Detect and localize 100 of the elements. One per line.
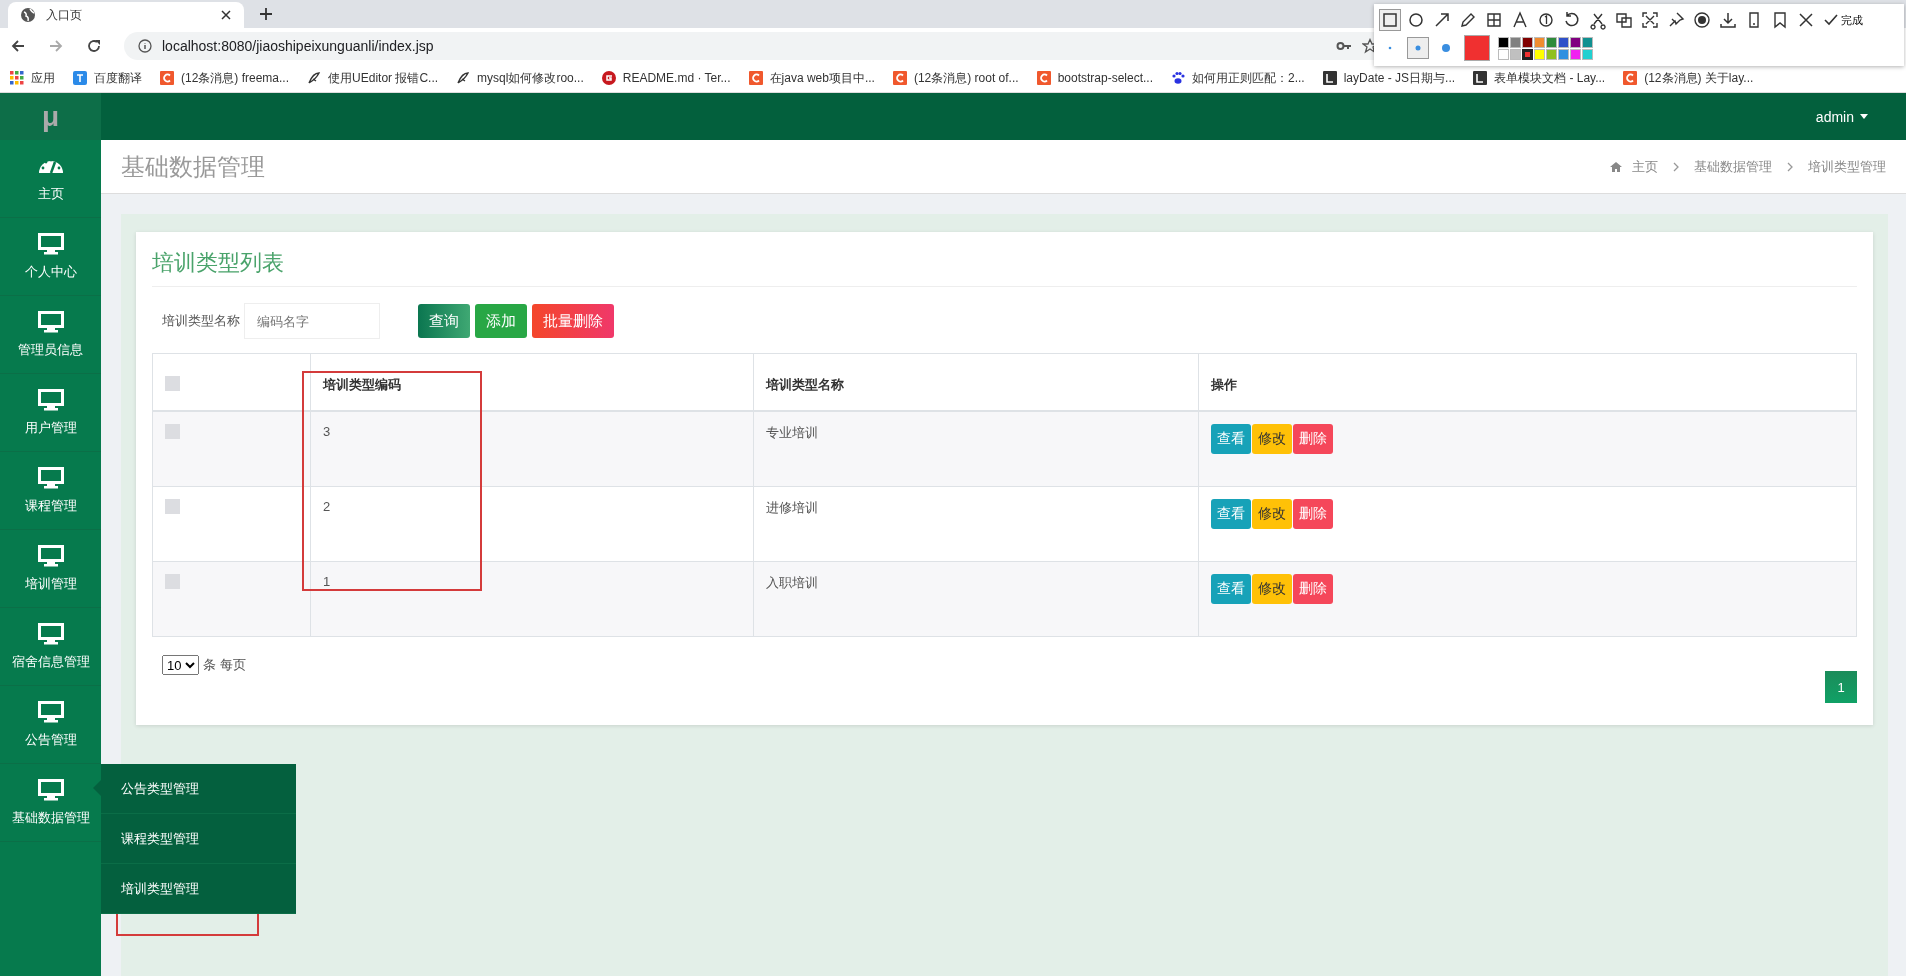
monitor-icon xyxy=(37,622,64,645)
bookmark-link[interactable]: 如何用正则匹配：2... xyxy=(1171,69,1305,87)
color-swatch[interactable] xyxy=(1498,36,1509,48)
monitor-icon xyxy=(37,778,64,801)
record-tool-icon[interactable] xyxy=(1692,10,1712,30)
bookmark-link[interactable]: (12条消息) root of... xyxy=(892,69,1019,87)
page-size-label: 条 每页 xyxy=(203,656,246,674)
bookmark-link[interactable]: bootstrap-select... xyxy=(1036,71,1153,85)
info-icon xyxy=(138,39,152,53)
text-tool-icon[interactable] xyxy=(1510,10,1530,30)
table-cell: 专业培训 xyxy=(766,425,818,440)
color-swatch[interactable] xyxy=(1510,48,1521,60)
download-tool-icon[interactable] xyxy=(1718,10,1738,30)
color-swatch[interactable] xyxy=(1582,36,1593,48)
table-cell: 1 xyxy=(323,574,331,589)
browser-tab[interactable]: 入口页 xyxy=(8,2,244,28)
delete-button[interactable]: 删除 xyxy=(1293,574,1333,604)
color-swatch[interactable] xyxy=(1546,48,1557,60)
delete-button[interactable]: 删除 xyxy=(1293,424,1333,454)
color-swatch[interactable] xyxy=(1498,48,1509,60)
color-swatch[interactable] xyxy=(1510,36,1521,48)
globe-icon xyxy=(20,7,36,23)
bookmark-link[interactable]: 应用 xyxy=(10,69,55,87)
bookmark-link[interactable]: (12条消息) 关于lay... xyxy=(1623,69,1754,87)
letter-logo-icon xyxy=(1473,71,1488,85)
page-size-select[interactable]: 10 xyxy=(162,655,199,675)
monitor-icon xyxy=(37,544,64,567)
monitor-icon xyxy=(37,232,64,255)
c-logo-icon xyxy=(1623,71,1638,85)
color-swatch[interactable] xyxy=(1558,48,1569,60)
column-header: 操作 xyxy=(1211,377,1237,392)
breadcrumb-link[interactable]: 主页 xyxy=(1632,157,1658,176)
tab-title: 入口页 xyxy=(46,6,83,24)
color-swatch[interactable] xyxy=(1558,36,1569,48)
feather-icon xyxy=(456,71,471,85)
check-icon xyxy=(1824,13,1838,27)
square-logo-icon xyxy=(73,71,87,85)
column-header: 培训类型编码 xyxy=(323,377,401,392)
bookmark-link[interactable]: layDate - JS日期与... xyxy=(1322,69,1456,87)
c-logo-icon xyxy=(892,71,907,85)
user-menu[interactable]: admin xyxy=(1815,108,1868,125)
row-checkbox[interactable] xyxy=(165,574,180,589)
edit-button[interactable]: 修改 xyxy=(1252,424,1292,454)
search-label: 培训类型名称 xyxy=(162,312,240,330)
color-swatch[interactable] xyxy=(1570,48,1581,60)
current-color-swatch xyxy=(1464,35,1490,61)
back-icon[interactable] xyxy=(10,38,26,54)
edit-button[interactable]: 修改 xyxy=(1252,574,1292,604)
apps-grid-icon xyxy=(10,71,24,85)
caret-icon xyxy=(1860,114,1868,119)
chevron-icon xyxy=(1786,161,1794,172)
new-tab-icon[interactable] xyxy=(258,6,274,22)
scan-tool-icon[interactable] xyxy=(1640,10,1660,30)
color-swatch[interactable] xyxy=(1546,36,1557,48)
bookmark-link[interactable]: mysql如何修改roo... xyxy=(456,69,584,87)
home-icon xyxy=(1610,160,1622,173)
breadcrumb-link[interactable]: 基础数据管理 xyxy=(1694,157,1772,176)
delete-button[interactable]: 删除 xyxy=(1293,499,1333,529)
mosaic-tool-icon[interactable] xyxy=(1484,10,1504,30)
edit-button[interactable]: 修改 xyxy=(1252,499,1292,529)
c-logo-icon xyxy=(160,71,174,85)
paw-icon xyxy=(1171,71,1185,85)
color-swatch[interactable] xyxy=(1570,36,1581,48)
select-all-checkbox[interactable] xyxy=(165,376,180,391)
bookmark-link[interactable]: 使用UEditor 报错C... xyxy=(307,69,439,87)
circle-logo-icon xyxy=(601,71,616,85)
url-text: localhost:8080/jiaoshipeixunguanli/index.jsp xyxy=(162,38,434,54)
color-swatch[interactable] xyxy=(1522,36,1533,48)
delete-button[interactable]: 批量删除 xyxy=(532,304,614,338)
search-button[interactable]: 查询 xyxy=(418,304,470,338)
color-swatch[interactable] xyxy=(1522,48,1533,60)
color-swatch[interactable] xyxy=(1534,48,1545,60)
card-title: 培训类型列表 xyxy=(152,246,1857,287)
bookmark-link[interactable]: (12条消息) freema... xyxy=(160,69,290,87)
bookmark-link[interactable]: 表单模块文档 - Lay... xyxy=(1473,69,1606,87)
color-swatch[interactable] xyxy=(1582,48,1593,60)
bookmark-link[interactable]: 在java web项目中... xyxy=(748,69,875,87)
bookmark-link[interactable]: README.md · Ter... xyxy=(601,71,731,85)
c-logo-icon xyxy=(748,71,763,85)
table-cell: 3 xyxy=(323,424,331,439)
number-tool-icon[interactable] xyxy=(1536,10,1556,30)
page-title: 基础数据管理 xyxy=(121,151,265,182)
feather-icon xyxy=(307,71,322,85)
rect-tool-icon[interactable] xyxy=(1380,10,1400,30)
bookmark-link[interactable]: 百度翻译 xyxy=(73,69,142,87)
table-cell: 2 xyxy=(323,499,331,514)
search-field[interactable]: 编码名字 xyxy=(244,303,380,339)
monitor-icon xyxy=(37,466,64,489)
page-button[interactable]: 1 xyxy=(1825,671,1857,703)
monitor-icon xyxy=(37,388,64,411)
ocr-tool-icon[interactable] xyxy=(1614,10,1634,30)
monitor-icon xyxy=(37,310,64,333)
circle-tool-icon[interactable] xyxy=(1406,10,1426,30)
row-checkbox[interactable] xyxy=(165,499,180,514)
reload-icon[interactable] xyxy=(86,38,102,54)
done-button[interactable]: 完成 xyxy=(1824,12,1863,28)
row-checkbox[interactable] xyxy=(165,424,180,439)
logo-text: μ xyxy=(0,93,101,140)
color-swatch[interactable] xyxy=(1534,36,1545,48)
close-icon[interactable] xyxy=(220,9,232,21)
